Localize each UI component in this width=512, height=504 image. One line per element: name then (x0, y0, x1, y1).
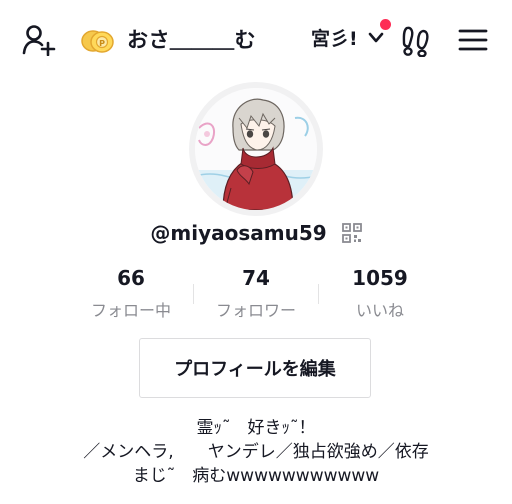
top-bar: P おさ＿＿＿む 宮彡! (0, 0, 512, 80)
bio-line: 霊ｯ˜ 好きｯ˜！ (196, 418, 316, 438)
following-label[interactable]: フォロー中 (71, 297, 191, 321)
likes-count: 1059 (352, 266, 408, 290)
qr-code-icon[interactable] (341, 222, 362, 243)
likes-label: いいね (355, 301, 404, 320)
footprints-icon[interactable] (401, 25, 431, 57)
username-row: @miyaosamu59 (0, 219, 512, 245)
menu-icon[interactable] (458, 28, 488, 52)
followers-label[interactable]: フォロワー (196, 297, 316, 321)
edit-profile-button[interactable]: プロフィールを編集 (139, 338, 371, 398)
chevron-down-icon[interactable] (368, 32, 384, 44)
stat-divider (318, 284, 319, 304)
following-count[interactable]: 66 (71, 266, 191, 290)
add-friend-icon[interactable] (22, 24, 58, 56)
account-switch-label[interactable]: 宮彡! (311, 24, 358, 51)
coin-icon[interactable]: P (80, 27, 116, 55)
stat-divider (193, 284, 194, 304)
avatar[interactable] (195, 88, 317, 210)
bio-line: まじ˜ 病むwwwwwwwwwww (132, 466, 380, 486)
bio-line: ／メンヘラ, ヤンデレ／独占欲強め／依存 (83, 442, 429, 462)
notification-dot (380, 19, 391, 30)
svg-text:P: P (99, 39, 105, 48)
followers-count[interactable]: 74 (196, 266, 316, 290)
username: @miyaosamu59 (150, 220, 327, 245)
display-name: おさ＿＿＿む (127, 28, 256, 52)
